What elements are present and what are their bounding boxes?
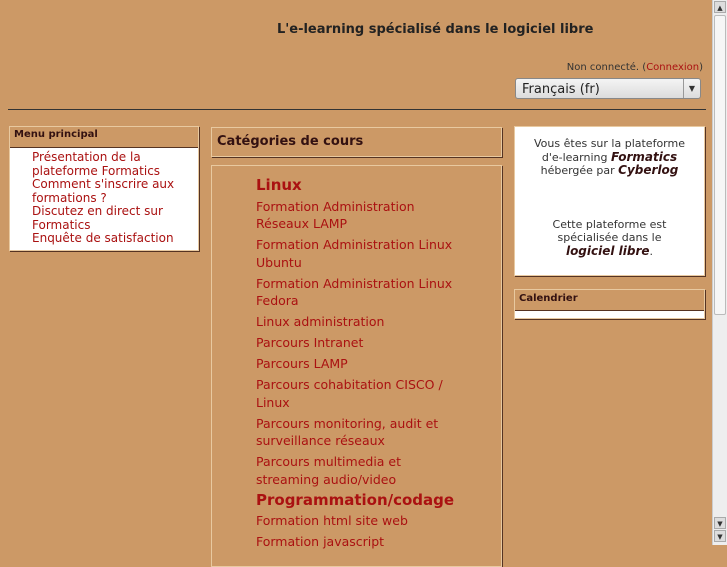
- category-linux[interactable]: Linux: [256, 176, 456, 195]
- categories-header: Catégories de cours: [211, 127, 502, 157]
- menu-item-presentation[interactable]: Présentation de la plateforme Formatics: [32, 150, 160, 178]
- menu-item-inscription[interactable]: Comment s'inscrire aux formations ?: [32, 177, 174, 205]
- language-select[interactable]: Français (fr) ▼: [515, 78, 701, 99]
- scroll-down-icon[interactable]: ▼: [714, 530, 726, 542]
- info-block: Vous êtes sur la plateforme d'e-learning…: [514, 126, 705, 276]
- course-link[interactable]: Formation Administration Linux Ubuntu: [256, 236, 456, 271]
- calendar-title: Calendrier: [515, 290, 704, 311]
- info-text: .: [649, 244, 654, 258]
- course-link[interactable]: Parcours LAMP: [256, 355, 456, 373]
- main-menu-title: Menu principal: [10, 127, 198, 148]
- course-link[interactable]: Parcours multimedia et streaming audio/v…: [256, 453, 456, 488]
- calendar-block: Calendrier: [514, 289, 705, 319]
- chevron-down-icon: ▼: [683, 79, 700, 98]
- categories-list: Linux Formation Administration Réseaux L…: [211, 165, 502, 567]
- course-link[interactable]: Parcours Intranet: [256, 334, 456, 352]
- categories-title: Catégories de cours: [217, 134, 364, 149]
- course-link[interactable]: Linux administration: [256, 313, 456, 331]
- course-link[interactable]: Parcours cohabitation CISCO / Linux: [256, 376, 456, 411]
- course-link[interactable]: Formation Administration Réseaux LAMP: [256, 198, 456, 233]
- host-name: Cyberlog: [618, 163, 679, 177]
- info-text: hébergée par: [540, 164, 615, 177]
- login-link[interactable]: Connexion: [646, 62, 699, 73]
- scroll-down-icon[interactable]: ▼: [714, 517, 726, 529]
- main-menu-block: Menu principal Présentation de la platef…: [9, 126, 199, 251]
- course-link[interactable]: Formation html site web: [256, 512, 456, 530]
- category-programmation[interactable]: Programmation/codage: [256, 491, 456, 510]
- login-info: Non connecté. (Connexion): [566, 62, 703, 73]
- scrollbar-thumb[interactable]: [714, 15, 726, 315]
- brand-name: Formatics: [610, 149, 678, 164]
- menu-item-chat[interactable]: Discutez en direct sur Formatics: [32, 204, 163, 232]
- scroll-up-icon[interactable]: ▲: [714, 1, 726, 13]
- info-text: Cette plateforme est spécialisée dans le: [552, 217, 667, 245]
- vertical-scrollbar[interactable]: ▲ ▼ ▼: [712, 0, 727, 545]
- language-value: Français (fr): [522, 82, 600, 97]
- topic-name: logiciel libre: [565, 243, 650, 258]
- course-link[interactable]: Parcours monitoring, audit et surveillan…: [256, 415, 456, 450]
- header-divider: [8, 109, 706, 110]
- login-status: Non connecté.: [566, 62, 640, 73]
- site-title: L'e-learning spécialisé dans le logiciel…: [277, 22, 594, 37]
- course-link[interactable]: Formation javascript: [256, 533, 456, 551]
- course-link[interactable]: Formation Administration Linux Fedora: [256, 275, 456, 310]
- menu-item-survey[interactable]: Enquête de satisfaction: [32, 231, 174, 245]
